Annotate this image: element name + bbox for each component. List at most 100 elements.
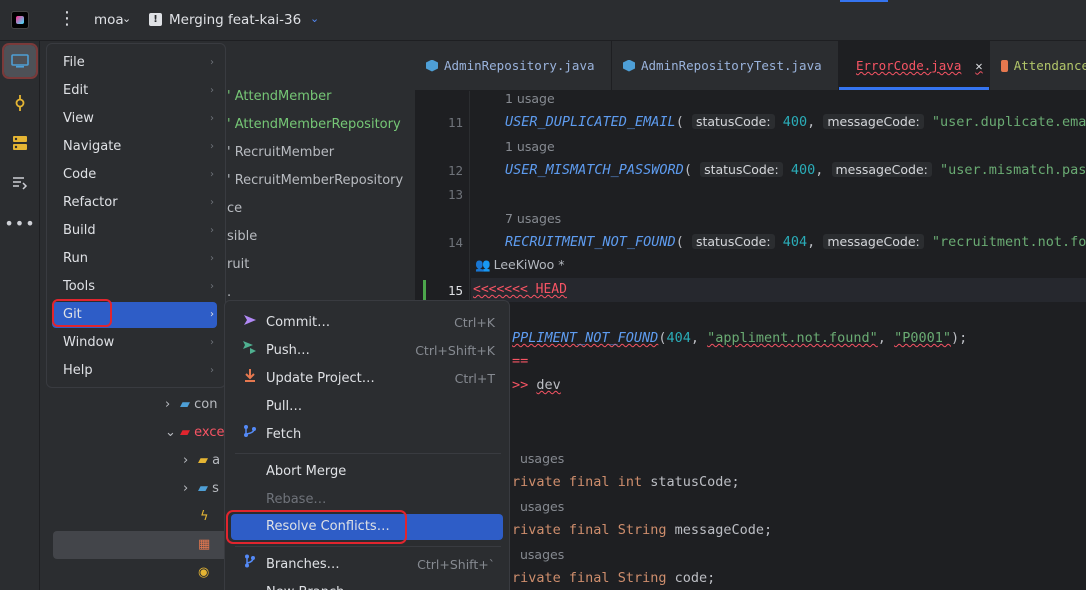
line-number: 13 (447, 187, 463, 202)
java-class-icon (623, 59, 635, 72)
folder-icon: ▰ (180, 397, 190, 412)
lightning-icon[interactable]: ϟ (200, 506, 209, 528)
chevron-right-icon: › (210, 85, 214, 96)
menu-item-file[interactable]: File › (52, 50, 217, 76)
chevron-right-icon: › (210, 253, 214, 264)
menu-item-tools[interactable]: Tools › (52, 274, 217, 300)
tab-error-code[interactable]: ErrorCode.java ✕ (839, 41, 990, 90)
menu-item-abort-merge[interactable]: Abort Merge (231, 459, 503, 485)
commit-arrow-icon (241, 310, 259, 336)
menu-item-fetch[interactable]: Fetch (231, 422, 503, 448)
chevron-right-icon: › (210, 141, 214, 152)
code-line: USER_MISMATCH_PASSWORD( statusCode: 400,… (505, 162, 1086, 178)
conflict-separator: == (512, 353, 529, 369)
tab-admin-repository-test[interactable]: AdminRepositoryTest.java (612, 41, 839, 90)
tree-item[interactable]: ' RecruitMemberRepository (227, 170, 403, 192)
chevron-right-icon: › (210, 365, 214, 376)
menu-item-code[interactable]: Code › (52, 162, 217, 188)
push-icon (241, 338, 259, 364)
menu-item-view[interactable]: View › (52, 106, 217, 132)
chevron-right-icon: › (210, 197, 214, 208)
folder-icon: ▰ (180, 425, 190, 440)
tree-collapse-arrow[interactable]: ⌄ (165, 422, 176, 444)
main-menu-icon[interactable]: ⋮ (58, 9, 76, 31)
chevron-right-icon: › (210, 281, 214, 292)
line-number: 14 (447, 235, 463, 250)
tab-admin-repository[interactable]: AdminRepository.java (415, 41, 612, 90)
tab-attendance[interactable]: Attendance (990, 41, 1086, 90)
tree-item[interactable]: sible (227, 226, 257, 248)
project-selector[interactable]: moa (94, 12, 124, 28)
title-bar: ⋮ moa ⌄ ! Merging feat-kai-36 ⌄ (0, 0, 1086, 41)
menu-item-push[interactable]: Push… Ctrl+Shift+K (231, 338, 503, 364)
chevron-right-icon: › (210, 169, 214, 180)
commit-icon[interactable] (4, 87, 36, 119)
line-gutter: 11 12 13 14 15 (415, 91, 470, 301)
app-logo-icon[interactable] (11, 11, 29, 29)
project-icon[interactable] (2, 43, 38, 79)
menu-item-update-project[interactable]: Update Project… Ctrl+T (231, 366, 503, 392)
branch-selector[interactable]: Merging feat-kai-36 (169, 12, 301, 28)
tree-item[interactable]: ' RecruitMember (227, 142, 334, 164)
structure-icon[interactable] (4, 127, 36, 159)
code-author[interactable]: 👥 LeeKiWoo * (475, 257, 565, 273)
annotation-icon[interactable]: ◉ (198, 562, 209, 584)
conflict-marker: <<<<<<< HEAD (473, 282, 567, 297)
accent-bar (840, 0, 888, 2)
usage-hint[interactable]: 7 usages (505, 211, 561, 226)
chevron-down-icon[interactable]: ⌄ (122, 12, 131, 25)
highlight-annotation (226, 510, 407, 544)
enum-icon[interactable]: ▦ (198, 534, 210, 556)
menu-item-new-branch[interactable]: New Branch… (231, 580, 503, 590)
menu-item-edit[interactable]: Edit › (52, 78, 217, 104)
pull-requests-icon[interactable] (4, 167, 36, 199)
menu-separator (235, 546, 501, 547)
git-submenu: Commit… Ctrl+K Push… Ctrl+Shift+K Update… (224, 300, 510, 590)
menu-item-run[interactable]: Run › (52, 246, 217, 272)
line-number: 12 (447, 163, 463, 178)
change-marker (423, 280, 426, 300)
menu-item-help[interactable]: Help › (52, 358, 217, 384)
tree-item-folder[interactable]: ▰ exce (180, 422, 225, 444)
tree-item[interactable]: ce (227, 198, 242, 220)
folder-icon: ▰ (198, 481, 208, 496)
close-icon[interactable]: ✕ (975, 59, 982, 73)
chevron-right-icon: › (210, 337, 214, 348)
more-icon[interactable]: ••• (4, 207, 36, 239)
tree-item[interactable]: ' AttendMember (227, 86, 332, 108)
tree-expand-arrow[interactable]: › (165, 394, 170, 416)
code-line: RECRUITMENT_NOT_FOUND( statusCode: 404, … (505, 234, 1086, 250)
user-icon: 👥 (475, 257, 491, 272)
conflict-marker: >> dev (512, 377, 561, 393)
menu-item-build[interactable]: Build › (52, 218, 217, 244)
tree-expand-arrow[interactable]: › (183, 478, 188, 500)
chevron-down-icon[interactable]: ⌄ (310, 12, 319, 25)
tree-item[interactable]: ruit (227, 254, 249, 276)
enum-icon (1001, 59, 1008, 72)
tree-item[interactable]: ' AttendMemberRepository (227, 114, 401, 136)
tree-item-folder[interactable]: ▰ s (198, 478, 219, 500)
code-line: PPLIMENT_NOT_FOUND(404, "appliment.not.f… (512, 330, 968, 346)
code-line: rivate final int statusCode; (512, 474, 740, 490)
code-editor[interactable]: 11 12 13 14 15 1 usage USER_DUPLICATED_E… (415, 91, 1086, 590)
usage-hint[interactable]: usages (520, 499, 564, 514)
chevron-right-icon: › (210, 57, 214, 68)
chevron-right-icon: › (210, 225, 214, 236)
chevron-right-icon: › (210, 309, 214, 320)
code-line: USER_DUPLICATED_EMAIL( statusCode: 400, … (505, 114, 1086, 130)
tree-item-folder[interactable]: ▰ con (180, 394, 217, 416)
usage-hint[interactable]: usages (520, 451, 564, 466)
tree-item-folder[interactable]: ▰ a (198, 450, 220, 472)
menu-item-refactor[interactable]: Refactor › (52, 190, 217, 216)
usage-hint[interactable]: usages (520, 547, 564, 562)
usage-hint[interactable]: 1 usage (505, 139, 555, 154)
menu-item-branches[interactable]: Branches… Ctrl+Shift+` (231, 552, 503, 578)
main-menu: File › Edit › View › Navigate › Code › Refact… (46, 43, 226, 388)
code-line: rivate final String code; (512, 570, 716, 586)
menu-item-window[interactable]: Window › (52, 330, 217, 356)
tree-expand-arrow[interactable]: › (183, 450, 188, 472)
menu-item-commit[interactable]: Commit… Ctrl+K (231, 310, 503, 336)
usage-hint[interactable]: 1 usage (505, 91, 555, 106)
menu-item-navigate[interactable]: Navigate › (52, 134, 217, 160)
menu-item-pull[interactable]: Pull… (231, 394, 503, 420)
